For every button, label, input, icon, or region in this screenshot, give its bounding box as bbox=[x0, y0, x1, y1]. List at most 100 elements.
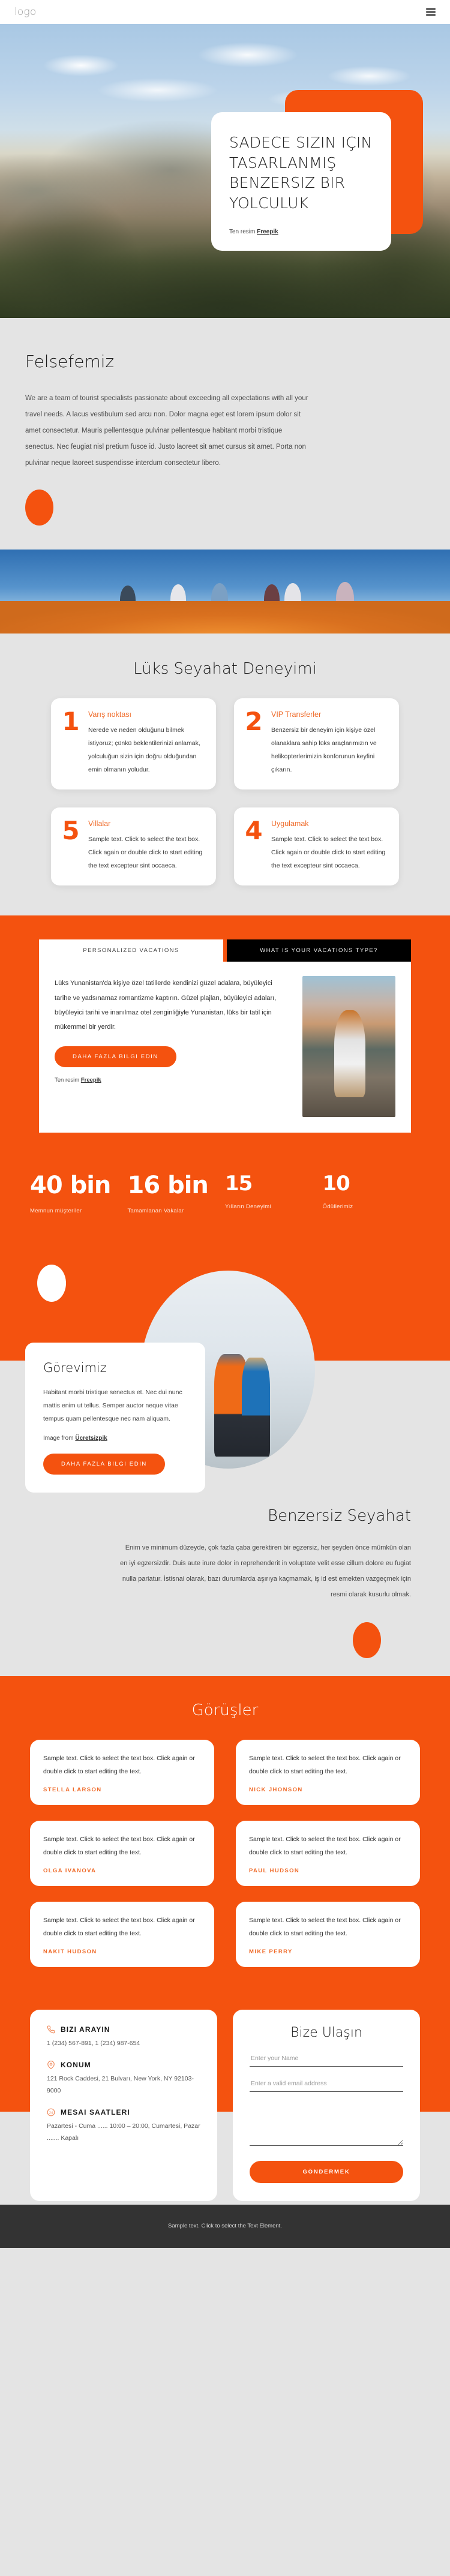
stat-value: 10 bbox=[322, 1172, 350, 1196]
testimonial-card[interactable]: Sample text. Click to select the text bo… bbox=[236, 1820, 420, 1886]
mission-body: Habitant morbi tristique senectus et. Ne… bbox=[43, 1389, 182, 1423]
mission-cta-button[interactable]: DAHA FAZLA BILGI EDIN bbox=[43, 1454, 165, 1475]
silhouette bbox=[264, 584, 280, 607]
contact-location-value: 121 Rock Caddesi, 21 Bulvarı, New York, … bbox=[47, 2074, 194, 2094]
hero-section: SADECE SIZIN IÇIN TASARLANMIŞ BENZERSIZ … bbox=[0, 24, 450, 318]
luxury-card[interactable]: 2 VIP Transferler Benzersiz bir deneyim … bbox=[234, 698, 399, 790]
testimonial-text: Sample text. Click to select the text bo… bbox=[43, 1835, 195, 1856]
testimonial-author: PAUL HUDSON bbox=[249, 1867, 300, 1874]
luxury-card-number: 1 bbox=[62, 707, 80, 737]
testimonial-text: Sample text. Click to select the text bo… bbox=[249, 1835, 401, 1856]
luxury-card-title: Varış noktası bbox=[88, 710, 132, 719]
unique-heading: Benzersiz Seyahat bbox=[268, 1507, 411, 1526]
contact-section: BIZI ARAYIN 1 (234) 567-891, 1 (234) 987… bbox=[0, 2009, 450, 2205]
white-dot-decoration bbox=[37, 1265, 66, 1302]
stat-item: 40 bin Memnun müşteriler bbox=[30, 1172, 128, 1214]
email-input[interactable] bbox=[250, 2077, 403, 2092]
mission-credit-link[interactable]: Ücretsizpik bbox=[75, 1435, 107, 1442]
luxury-card-text: Sample text. Click to select the text bo… bbox=[88, 836, 203, 870]
stat-label: Tamamlanan Vakalar bbox=[127, 1208, 184, 1215]
luxury-section: Lüks Seyahat Deneyimi 1 Varış noktası Ne… bbox=[0, 634, 450, 916]
hamburger-icon[interactable] bbox=[426, 8, 436, 16]
vacations-cta-button[interactable]: DAHA FAZLA BILGI EDIN bbox=[55, 1046, 176, 1068]
philosophy-body: We are a team of tourist specialists pas… bbox=[25, 395, 308, 467]
testimonial-author: STELLA LARSON bbox=[43, 1786, 102, 1793]
silhouette bbox=[170, 584, 186, 607]
hero-card: SADECE SIZIN IÇIN TASARLANMIŞ BENZERSIZ … bbox=[211, 112, 391, 251]
unique-body: Enim ve minimum düzeyde, çok fazla çaba … bbox=[120, 1544, 411, 1598]
testimonial-author: MIKE PERRY bbox=[249, 1948, 293, 1955]
tab-personalized-vacations[interactable]: PERSONALIZED VACATIONS bbox=[39, 939, 223, 962]
testimonial-text: Sample text. Click to select the text bo… bbox=[249, 1754, 401, 1775]
stat-value: 40 bin bbox=[30, 1172, 111, 1200]
luxury-card-number: 5 bbox=[62, 816, 80, 846]
luxury-card[interactable]: 5 Villalar Sample text. Click to select … bbox=[51, 807, 216, 886]
testimonial-card[interactable]: Sample text. Click to select the text bo… bbox=[30, 1901, 214, 1967]
contact-phone-title: BIZI ARAYIN bbox=[61, 2025, 110, 2034]
hamburger-bar bbox=[426, 14, 436, 16]
vacations-tabpanel: Lüks Yunanistan'da kişiye özel tatillerd… bbox=[39, 962, 411, 1133]
phone-icon bbox=[47, 2025, 55, 2034]
luxury-card-grid: 1 Varış noktası Nerede ve neden olduğunu… bbox=[51, 698, 399, 886]
testimonial-text: Sample text. Click to select the text bo… bbox=[43, 1916, 195, 1937]
stat-item: 10 Ödüllerimiz bbox=[323, 1172, 421, 1214]
hero-image-credit: Ten resim Freepik bbox=[229, 229, 373, 235]
stat-item: 16 bin Tamamlanan Vakalar bbox=[128, 1172, 226, 1214]
site-header: logo bbox=[0, 0, 450, 24]
vacations-image-credit: Ten resim Freepik bbox=[55, 1077, 289, 1083]
logo[interactable]: logo bbox=[14, 6, 37, 18]
luxury-card-text: Nerede ve neden olduğunu bilmek istiyoru… bbox=[88, 726, 200, 774]
testimonial-card[interactable]: Sample text. Click to select the text bo… bbox=[30, 1820, 214, 1886]
contact-hours-row: 24 MESAI SAATLERI bbox=[47, 2108, 200, 2116]
contact-phone-row: BIZI ARAYIN bbox=[47, 2025, 200, 2034]
orange-dot-decoration bbox=[25, 490, 53, 526]
luxury-card[interactable]: 1 Varış noktası Nerede ve neden olduğunu… bbox=[51, 698, 216, 790]
message-textarea[interactable] bbox=[250, 2102, 403, 2146]
contact-location-title: KONUM bbox=[61, 2060, 91, 2069]
vacations-tablist: PERSONALIZED VACATIONS WHAT IS YOUR VACA… bbox=[39, 939, 411, 962]
vacations-body-text: Lüks Yunanistan'da kişiye özel tatillerd… bbox=[55, 980, 277, 1031]
unique-travel-section: Benzersiz Seyahat Enim ve minimum düzeyd… bbox=[0, 1487, 450, 1676]
testimonial-author: NICK JHONSON bbox=[249, 1786, 303, 1793]
desert-people-silhouettes bbox=[0, 582, 450, 607]
luxury-card-title: VIP Transferler bbox=[271, 710, 322, 719]
orange-dot-decoration bbox=[353, 1622, 381, 1658]
name-input[interactable] bbox=[250, 2052, 403, 2067]
testimonial-card[interactable]: Sample text. Click to select the text bo… bbox=[30, 1739, 214, 1805]
submit-button[interactable]: GÖNDERMEK bbox=[250, 2160, 403, 2183]
luxury-card[interactable]: 4 Uygulamak Sample text. Click to select… bbox=[234, 807, 399, 886]
stat-label: Memnun müşteriler bbox=[30, 1208, 82, 1215]
testimonial-card[interactable]: Sample text. Click to select the text bo… bbox=[236, 1901, 420, 1967]
silhouette bbox=[120, 586, 136, 607]
testimonials-heading: Görüşler bbox=[191, 1701, 259, 1719]
testimonial-text: Sample text. Click to select the text bo… bbox=[249, 1916, 401, 1937]
contact-form-card: Bize Ulaşın GÖNDERMEK bbox=[233, 2009, 420, 2201]
testimonials-section: Görüşler Sample text. Click to select th… bbox=[0, 1676, 450, 2001]
contact-form-heading: Bize Ulaşın bbox=[290, 2025, 362, 2040]
vacations-credit-link[interactable]: Freepik bbox=[81, 1077, 101, 1083]
philosophy-heading: Felsefemiz bbox=[25, 352, 115, 371]
contact-phone-value[interactable]: 1 (234) 567-891, 1 (234) 987-654 bbox=[47, 2038, 200, 2050]
luxury-card-number: 2 bbox=[245, 707, 263, 737]
footer-text: Sample text. Click to select the Text El… bbox=[168, 2223, 282, 2230]
testimonial-card[interactable]: Sample text. Click to select the text bo… bbox=[236, 1739, 420, 1805]
site-footer: Sample text. Click to select the Text El… bbox=[0, 2204, 450, 2248]
luxury-card-text: Benzersiz bir deneyim için kişiye özel o… bbox=[271, 726, 377, 774]
hamburger-bar bbox=[426, 11, 436, 13]
testimonial-author: OLGA IVANOVA bbox=[43, 1867, 97, 1874]
mission-card: Görevimiz Habitant morbi tristique senec… bbox=[25, 1343, 205, 1493]
silhouette bbox=[284, 583, 301, 607]
clock-24-icon: 24 bbox=[47, 2108, 55, 2116]
hero-credit-link[interactable]: Freepik bbox=[257, 229, 278, 235]
stat-label: Ödüllerimiz bbox=[322, 1203, 353, 1211]
testimonial-text: Sample text. Click to select the text bo… bbox=[43, 1754, 195, 1775]
mission-heading: Görevimiz bbox=[43, 1361, 107, 1376]
luxury-card-text: Sample text. Click to select the text bo… bbox=[271, 836, 386, 870]
map-pin-icon bbox=[47, 2060, 55, 2069]
philosophy-section: Felsefemiz We are a team of tourist spec… bbox=[0, 318, 450, 526]
luxury-card-title: Uygulamak bbox=[271, 819, 309, 828]
contact-info-card: BIZI ARAYIN 1 (234) 567-891, 1 (234) 987… bbox=[30, 2009, 217, 2201]
stat-label: Yılların Deneyimi bbox=[225, 1203, 271, 1211]
tab-vacations-type[interactable]: WHAT IS YOUR VACATIONS TYPE? bbox=[227, 939, 411, 962]
vacations-photo bbox=[302, 976, 395, 1118]
